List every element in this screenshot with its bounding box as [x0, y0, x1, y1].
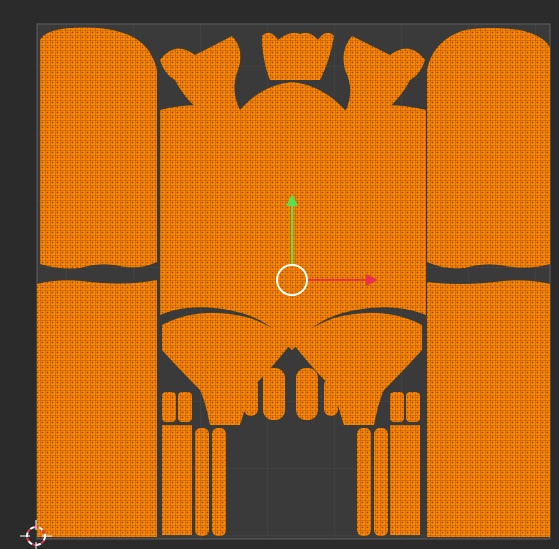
uv-island-sleeve-right-upper[interactable]	[427, 28, 550, 269]
uv-editor-viewport[interactable]	[0, 0, 559, 549]
uv-island-collar-center[interactable]	[262, 32, 334, 80]
uv-island-sleeve-right-lower[interactable]	[427, 280, 550, 537]
uv-island-sleeve-left-upper[interactable]	[40, 27, 157, 269]
uv-island-sleeve-left-lower[interactable]	[37, 280, 157, 537]
